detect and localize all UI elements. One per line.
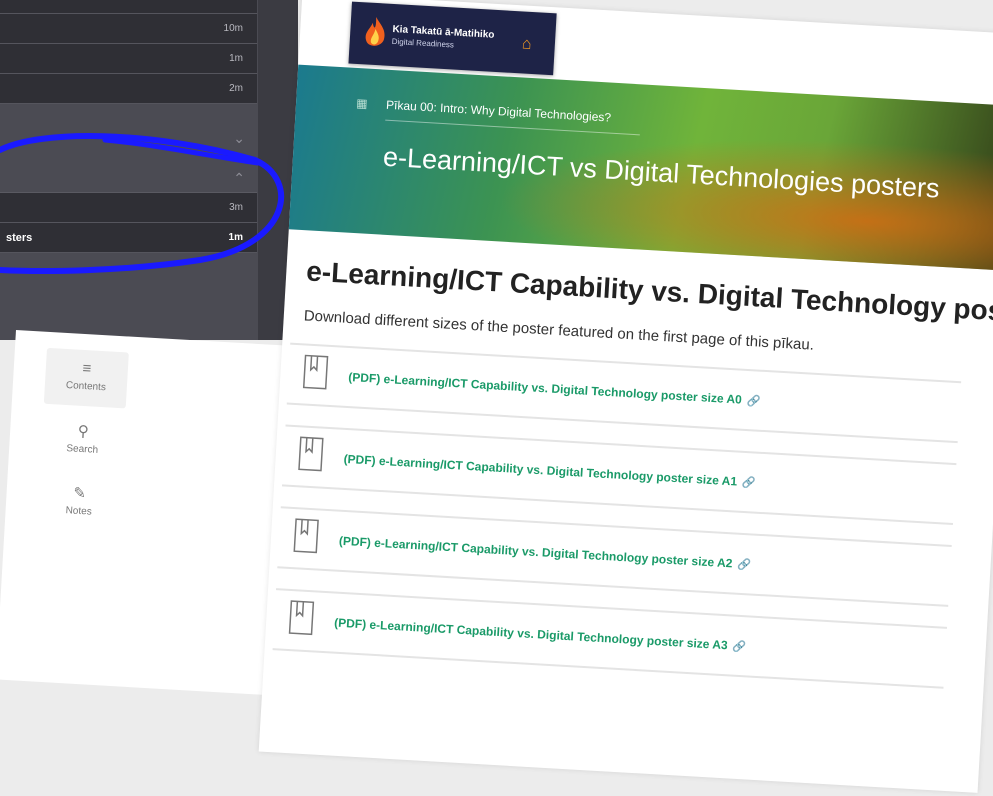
content-page: Kia Takatū ā-Matihiko Digital Readiness … [258,0,993,793]
grid-icon: ▦ [355,95,368,111]
document-icon [293,518,319,554]
file-link-text: (PDF) e-Learning/ICT Capability vs. Digi… [343,451,738,489]
module-row[interactable]: 1m [0,44,257,74]
file-link[interactable]: (PDF) e-Learning/ICT Capability vs. Digi… [343,452,756,490]
file-list: (PDF) e-Learning/ICT Capability vs. Digi… [271,342,962,709]
nav-search-label: Search [66,443,99,456]
file-item[interactable]: (PDF) e-Learning/ICT Capability vs. Digi… [272,588,948,689]
module-list-bottom: 3m sters 1m [0,193,257,253]
banner-title: e-Learning/ICT vs Digital Technologies p… [382,141,941,204]
nav-contents-label: Contents [65,379,107,394]
module-duration: 2m [229,83,243,94]
module-row-current[interactable]: sters 1m [0,223,257,253]
link-icon: 🔗 [746,394,761,408]
link-icon: 🔗 [732,640,747,654]
module-list-panel: 10m 1m 2m ⌄ ⌃ 3m sters 1m [0,0,298,340]
module-duration: 3m [229,202,243,213]
section-header[interactable]: ⌄ [0,122,257,159]
document-icon [298,436,324,472]
file-item[interactable]: (PDF) e-Learning/ICT Capability vs. Digi… [286,342,962,444]
module-duration: 10m [223,23,243,34]
search-icon: ⚲ [77,422,90,441]
nav-contents[interactable]: ≡ Contents [43,347,129,409]
document-icon [302,354,329,390]
side-nav: ≡ Contents ⚲ Search ✎ Notes [0,330,308,697]
module-row[interactable]: 10m [0,14,257,44]
hero-banner: ▦ Pīkau 00: Intro: Why Digital Technolog… [288,64,993,271]
link-icon: 🔗 [741,476,757,490]
module-duration: 1m [228,232,243,243]
menu-icon: ≡ [82,359,92,378]
file-link[interactable]: (PDF) e-Learning/ICT Capability vs. Digi… [348,370,761,408]
breadcrumb[interactable]: Pīkau 00: Intro: Why Digital Technologie… [385,97,642,136]
module-list-top: 10m 1m 2m [0,0,257,104]
file-link-text: (PDF) e-Learning/ICT Capability vs. Digi… [333,615,729,653]
file-link-text: (PDF) e-Learning/ICT Capability vs. Digi… [338,533,733,571]
site-logo[interactable]: Kia Takatū ā-Matihiko Digital Readiness … [348,1,557,76]
module-row-partial[interactable] [0,0,257,14]
file-link[interactable]: (PDF) e-Learning/ICT Capability vs. Digi… [334,616,747,654]
module-row[interactable]: 2m [0,74,257,104]
flame-icon [365,16,385,46]
module-row[interactable]: 3m [0,193,257,223]
module-duration: 1m [229,53,243,64]
file-item[interactable]: (PDF) e-Learning/ICT Capability vs. Digi… [281,424,957,526]
chevron-down-icon[interactable]: ⌄ [233,130,245,147]
logo-subtitle: Digital Readiness [391,36,455,50]
nav-search[interactable]: ⚲ Search [40,410,125,471]
page-description: Download different sizes of the poster f… [303,307,815,354]
chevron-up-icon[interactable]: ⌃ [233,170,245,187]
file-item[interactable]: (PDF) e-Learning/ICT Capability vs. Digi… [277,506,952,607]
module-label: sters [6,231,33,244]
document-icon [288,600,315,636]
home-icon[interactable]: ⌂ [521,35,532,54]
notes-icon: ✎ [72,484,87,503]
nav-notes-label: Notes [65,505,93,518]
link-icon: 🔗 [736,558,752,572]
nav-notes[interactable]: ✎ Notes [37,472,122,533]
file-link-text: (PDF) e-Learning/ICT Capability vs. Digi… [347,369,743,407]
file-link[interactable]: (PDF) e-Learning/ICT Capability vs. Digi… [339,534,752,572]
section-header-open[interactable]: ⌃ [0,158,257,193]
